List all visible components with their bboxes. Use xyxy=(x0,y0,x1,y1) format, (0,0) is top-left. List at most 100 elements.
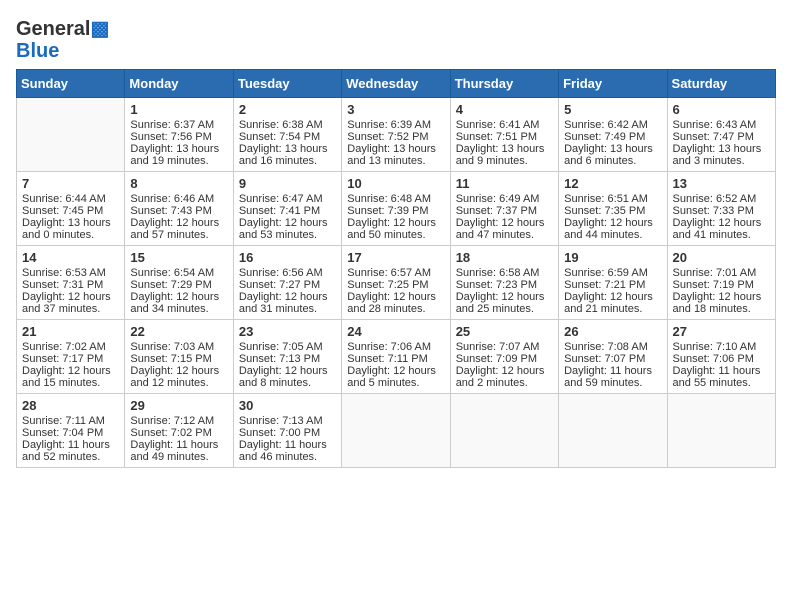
calendar-cell xyxy=(559,394,667,468)
cell-text: and 49 minutes. xyxy=(130,451,227,463)
calendar-cell: 7Sunrise: 6:44 AMSunset: 7:45 PMDaylight… xyxy=(17,172,125,246)
cell-text: and 9 minutes. xyxy=(456,155,553,167)
cell-text: Sunset: 7:13 PM xyxy=(239,353,336,365)
cell-text: Sunrise: 6:43 AM xyxy=(673,119,770,131)
calendar-cell: 11Sunrise: 6:49 AMSunset: 7:37 PMDayligh… xyxy=(450,172,558,246)
calendar-cell: 28Sunrise: 7:11 AMSunset: 7:04 PMDayligh… xyxy=(17,394,125,468)
cell-text: Sunset: 7:41 PM xyxy=(239,205,336,217)
cell-text: Sunset: 7:47 PM xyxy=(673,131,770,143)
cell-text: Daylight: 12 hours xyxy=(347,291,444,303)
day-number: 21 xyxy=(22,324,119,339)
cell-text: Sunset: 7:51 PM xyxy=(456,131,553,143)
day-number: 14 xyxy=(22,250,119,265)
calendar-cell: 2Sunrise: 6:38 AMSunset: 7:54 PMDaylight… xyxy=(233,98,341,172)
weekday-monday: Monday xyxy=(125,70,233,98)
calendar-cell: 13Sunrise: 6:52 AMSunset: 7:33 PMDayligh… xyxy=(667,172,775,246)
cell-text: and 12 minutes. xyxy=(130,377,227,389)
cell-text: Sunset: 7:35 PM xyxy=(564,205,661,217)
week-row-1: 1Sunrise: 6:37 AMSunset: 7:56 PMDaylight… xyxy=(17,98,776,172)
day-number: 5 xyxy=(564,102,661,117)
cell-text: Sunset: 7:45 PM xyxy=(22,205,119,217)
cell-text: Sunset: 7:27 PM xyxy=(239,279,336,291)
day-number: 15 xyxy=(130,250,227,265)
logo-text: General▩ xyxy=(16,16,109,41)
cell-text: Sunset: 7:52 PM xyxy=(347,131,444,143)
cell-text: Sunrise: 6:49 AM xyxy=(456,193,553,205)
cell-text: Sunrise: 6:38 AM xyxy=(239,119,336,131)
week-row-2: 7 Sunrise: 6:44 AMSunset: 7:45 PM Daylight… xyxy=(17,172,776,246)
day-number: 7 xyxy=(22,176,119,191)
weekday-wednesday: Wednesday xyxy=(342,70,450,98)
cell-text: Daylight: 12 hours xyxy=(564,217,661,229)
cell-text: Sunset: 7:54 PM xyxy=(239,131,336,143)
cell-text: and 6 minutes. xyxy=(564,155,661,167)
cell-text: Sunrise: 6:59 AM xyxy=(564,267,661,279)
calendar-cell: 18Sunrise: 6:58 AMSunset: 7:23 PMDayligh… xyxy=(450,246,558,320)
day-number: 28 xyxy=(22,398,119,413)
calendar-cell: 9Sunrise: 6:47 AMSunset: 7:41 PMDaylight… xyxy=(233,172,341,246)
day-number: 24 xyxy=(347,324,444,339)
cell-text: Sunrise: 6:47 AM xyxy=(239,193,336,205)
calendar-cell: 20Sunrise: 7:01 AMSunset: 7:19 PMDayligh… xyxy=(667,246,775,320)
calendar-cell: 17Sunrise: 6:57 AMSunset: 7:25 PMDayligh… xyxy=(342,246,450,320)
cell-text: and 53 minutes. xyxy=(239,229,336,241)
cell-text: Sunrise: 6:53 AM xyxy=(22,267,119,279)
calendar-cell: 3Sunrise: 6:39 AMSunset: 7:52 PMDaylight… xyxy=(342,98,450,172)
cell-text: Sunrise: 6:57 AM xyxy=(347,267,444,279)
cell-text: and 44 minutes. xyxy=(564,229,661,241)
day-number: 29 xyxy=(130,398,227,413)
cell-text: and 15 minutes. xyxy=(22,377,119,389)
weekday-tuesday: Tuesday xyxy=(233,70,341,98)
cell-text: Sunrise: 6:39 AM xyxy=(347,119,444,131)
cell-text: Sunrise: 7:11 AM xyxy=(22,415,119,427)
calendar-cell: 27Sunrise: 7:10 AMSunset: 7:06 PMDayligh… xyxy=(667,320,775,394)
cell-text: and 16 minutes. xyxy=(239,155,336,167)
cell-text: Sunset: 7:33 PM xyxy=(673,205,770,217)
cell-text: and 55 minutes. xyxy=(673,377,770,389)
cell-text: Daylight: 12 hours xyxy=(130,291,227,303)
logo: General▩ Blue xyxy=(16,16,109,61)
weekday-thursday: Thursday xyxy=(450,70,558,98)
cell-text: Daylight: 13 hours xyxy=(564,143,661,155)
cell-text: and 5 minutes. xyxy=(347,377,444,389)
week-row-5: 28Sunrise: 7:11 AMSunset: 7:04 PMDayligh… xyxy=(17,394,776,468)
cell-text: Sunset: 7:15 PM xyxy=(130,353,227,365)
cell-text: Sunrise: 7:02 AM xyxy=(22,341,119,353)
cell-text: Sunrise: 7:10 AM xyxy=(673,341,770,353)
week-row-3: 14Sunrise: 6:53 AMSunset: 7:31 PMDayligh… xyxy=(17,246,776,320)
calendar-cell: 22Sunrise: 7:03 AMSunset: 7:15 PMDayligh… xyxy=(125,320,233,394)
cell-text: Sunrise: 6:56 AM xyxy=(239,267,336,279)
cell-text: Sunset: 7:17 PM xyxy=(22,353,119,365)
calendar-cell xyxy=(450,394,558,468)
cell-text: and 19 minutes. xyxy=(130,155,227,167)
cell-text: Sunset: 7:29 PM xyxy=(130,279,227,291)
cell-text: Daylight: 12 hours xyxy=(22,365,119,377)
day-number: 10 xyxy=(347,176,444,191)
cell-text: Sunrise: 7:13 AM xyxy=(239,415,336,427)
cell-text: Sunset: 7:07 PM xyxy=(564,353,661,365)
calendar-cell: 26Sunrise: 7:08 AMSunset: 7:07 PMDayligh… xyxy=(559,320,667,394)
calendar-cell: 19Sunrise: 6:59 AMSunset: 7:21 PMDayligh… xyxy=(559,246,667,320)
cell-text: and 47 minutes. xyxy=(456,229,553,241)
day-number: 4 xyxy=(456,102,553,117)
calendar-cell: 30Sunrise: 7:13 AMSunset: 7:00 PMDayligh… xyxy=(233,394,341,468)
calendar-cell: 1Sunrise: 6:37 AMSunset: 7:56 PMDaylight… xyxy=(125,98,233,172)
cell-text: and 52 minutes. xyxy=(22,451,119,463)
cell-text: Daylight: 12 hours xyxy=(347,365,444,377)
day-number: 25 xyxy=(456,324,553,339)
cell-text: and 28 minutes. xyxy=(347,303,444,315)
day-number: 13 xyxy=(673,176,770,191)
cell-text: Daylight: 11 hours xyxy=(673,365,770,377)
cell-text: Sunrise: 6:44 AM xyxy=(22,193,119,205)
cell-text: Sunset: 7:06 PM xyxy=(673,353,770,365)
cell-text: Daylight: 12 hours xyxy=(564,291,661,303)
cell-text: and 13 minutes. xyxy=(347,155,444,167)
cell-text: and 21 minutes. xyxy=(564,303,661,315)
cell-text: Sunrise: 6:51 AM xyxy=(564,193,661,205)
calendar-cell: 10Sunrise: 6:48 AMSunset: 7:39 PMDayligh… xyxy=(342,172,450,246)
cell-text: and 37 minutes. xyxy=(22,303,119,315)
calendar-cell: 16Sunrise: 6:56 AMSunset: 7:27 PMDayligh… xyxy=(233,246,341,320)
cell-text: and 41 minutes. xyxy=(673,229,770,241)
weekday-header-row: SundayMondayTuesdayWednesdayThursdayFrid… xyxy=(17,70,776,98)
cell-text: Sunset: 7:56 PM xyxy=(130,131,227,143)
